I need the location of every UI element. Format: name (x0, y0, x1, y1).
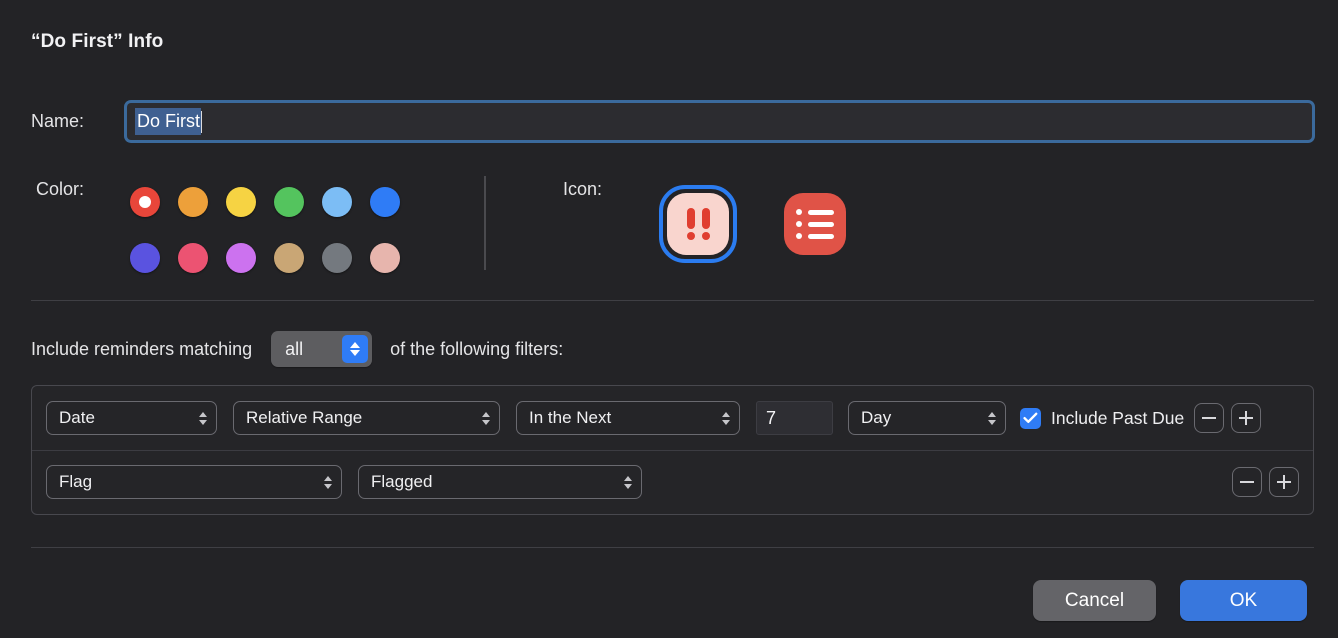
filter-field-select[interactable]: Date (46, 401, 217, 435)
divider-top (31, 300, 1314, 301)
filter-operator-select[interactable]: Flagged (358, 465, 642, 499)
filter-amount-input[interactable]: 7 (756, 401, 833, 435)
filter-unit-select[interactable]: Day (848, 401, 1006, 435)
filter-row-controls (1232, 467, 1299, 497)
name-input-focus-ring: Do First (124, 100, 1315, 143)
chevron-updown-icon (722, 411, 730, 425)
filters-container: Date Relative Range In the Next 7 Day In… (31, 385, 1314, 515)
divider-bottom (31, 547, 1314, 548)
match-type-value: all (285, 338, 304, 359)
double-exclamation-icon (667, 193, 729, 255)
color-swatch-cell (274, 174, 322, 230)
color-swatch-gray[interactable] (322, 243, 352, 273)
filter-operator-select[interactable]: Relative Range (233, 401, 500, 435)
filter-operator-value: Flagged (371, 472, 433, 491)
color-swatch-cell (130, 174, 178, 230)
list-bullets-icon (784, 193, 846, 255)
match-text-before: Include reminders matching (31, 338, 253, 359)
icon-section-label: Icon: (563, 179, 603, 199)
color-swatch-rose[interactable] (370, 243, 400, 273)
name-input-value: Do First (135, 108, 201, 135)
color-swatch-tan[interactable] (274, 243, 304, 273)
remove-filter-button[interactable] (1194, 403, 1225, 433)
color-swatch-cell (226, 174, 274, 230)
color-swatch-orange[interactable] (178, 187, 208, 217)
filter-operator-value: Relative Range (246, 408, 363, 427)
filter-relation-value: In the Next (529, 408, 612, 427)
color-swatch-cell (274, 230, 322, 286)
color-swatch-cell (322, 174, 370, 230)
chevron-updown-icon (624, 475, 632, 489)
filter-row-controls (1194, 403, 1262, 433)
section-vertical-divider (484, 176, 486, 270)
chevron-updown-icon (324, 475, 332, 489)
chevron-updown-icon (988, 411, 996, 425)
dialog-footer: Cancel OK (0, 580, 1338, 621)
color-swatch-cell (130, 230, 178, 286)
match-type-popup[interactable]: all (271, 331, 373, 367)
filter-unit-value: Day (861, 408, 892, 427)
color-swatch-pink[interactable] (178, 243, 208, 273)
color-swatch-cell (370, 230, 418, 286)
name-field-label: Name: (31, 111, 85, 131)
icon-option-double-exclamation[interactable] (659, 185, 737, 263)
filter-relation-select[interactable]: In the Next (516, 401, 740, 435)
include-past-due-checkbox-group[interactable]: Include Past Due (1020, 407, 1185, 429)
include-past-due-checkbox[interactable] (1020, 407, 1041, 429)
color-swatch-red[interactable] (130, 187, 160, 217)
filter-row: Flag Flagged (32, 450, 1313, 514)
color-swatch-cell (370, 174, 418, 230)
checkmark-icon (1023, 412, 1038, 423)
color-swatch-light-blue[interactable] (322, 187, 352, 217)
chevron-updown-icon (482, 411, 490, 425)
match-rule-line: Include reminders matching all of the fo… (31, 330, 563, 368)
add-filter-button[interactable] (1231, 403, 1262, 433)
name-input[interactable]: Do First (127, 103, 1312, 140)
filter-field-value: Flag (59, 472, 93, 491)
ok-button[interactable]: OK (1180, 580, 1307, 621)
remove-filter-button[interactable] (1232, 467, 1262, 497)
color-swatch-green[interactable] (274, 187, 304, 217)
add-filter-button[interactable] (1269, 467, 1299, 497)
color-swatch-cell (178, 174, 226, 230)
color-swatch-cell (178, 230, 226, 286)
color-swatch-blue[interactable] (370, 187, 400, 217)
icon-option-list-bullets[interactable] (776, 185, 854, 263)
color-swatch-cell (322, 230, 370, 286)
chevron-updown-icon[interactable] (342, 335, 369, 363)
chevron-updown-icon (199, 411, 207, 425)
smart-list-info-dialog: “Do First” Info Name: Do First Color: Ic… (0, 0, 1338, 638)
icon-chooser (659, 185, 854, 263)
color-section-label: Color: (36, 179, 85, 199)
include-past-due-label: Include Past Due (1051, 407, 1185, 428)
filter-field-select[interactable]: Flag (46, 465, 342, 499)
color-swatch-grid (130, 174, 418, 286)
color-swatch-cell (226, 230, 274, 286)
cancel-button[interactable]: Cancel (1033, 580, 1156, 621)
color-swatch-purple[interactable] (226, 243, 256, 273)
color-swatch-indigo[interactable] (130, 243, 160, 273)
filter-row: Date Relative Range In the Next 7 Day In… (32, 386, 1313, 450)
page-title: “Do First” Info (31, 31, 164, 52)
filter-field-value: Date (59, 408, 95, 427)
text-caret (201, 110, 202, 133)
match-text-after: of the following filters: (390, 338, 564, 359)
color-swatch-yellow[interactable] (226, 187, 256, 217)
